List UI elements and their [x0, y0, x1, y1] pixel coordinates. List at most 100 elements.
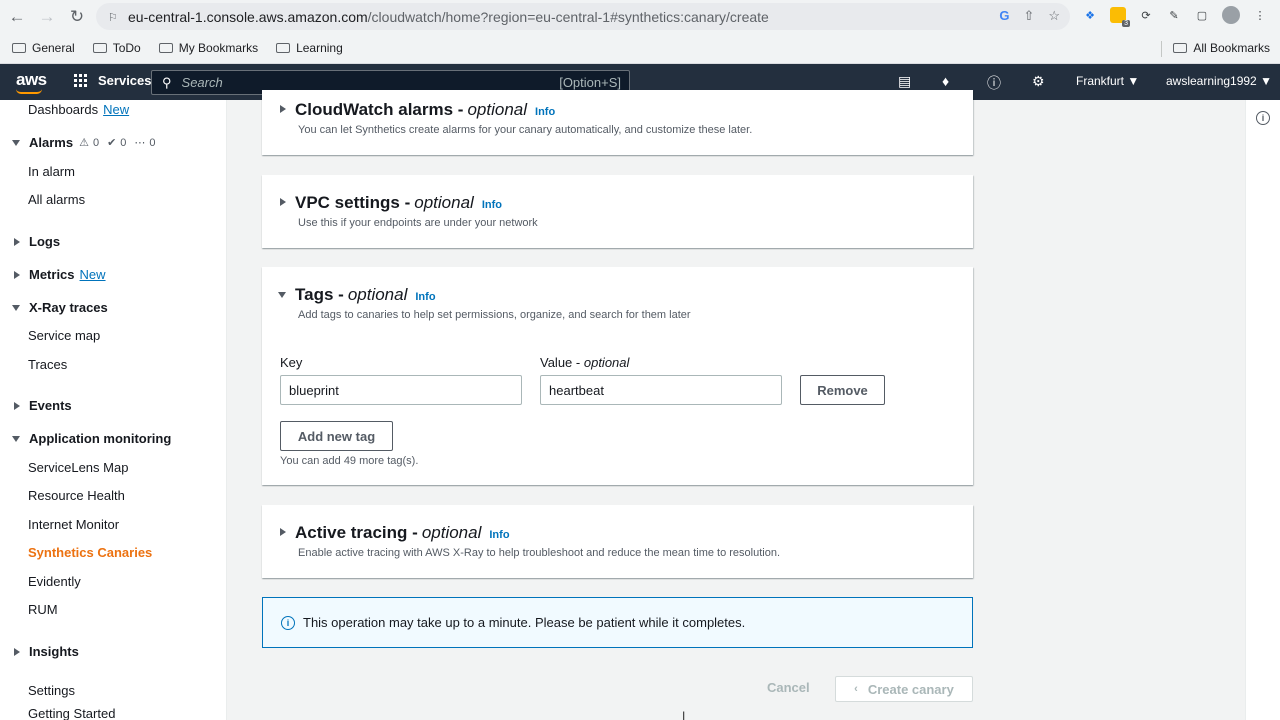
all-bookmarks[interactable]: All Bookmarks	[1173, 41, 1270, 55]
sidebar-section-xray[interactable]: X-Ray traces	[12, 300, 108, 315]
sidebar-section-events[interactable]: Events	[12, 398, 72, 413]
sidepanel-icon[interactable]: ▢	[1194, 7, 1210, 23]
sidebar-item-servicelens[interactable]: ServiceLens Map	[28, 460, 128, 475]
bookmark-label: General	[32, 41, 75, 55]
text-cursor-icon: I	[682, 709, 686, 720]
sidebar-item-label: Dashboards	[28, 102, 99, 117]
sidebar-section-insights[interactable]: Insights	[12, 644, 79, 659]
bookmark-my-bookmarks[interactable]: My Bookmarks	[158, 41, 258, 55]
bookmark-general[interactable]: General	[12, 41, 75, 55]
ellipsis-circle-icon: ⋯	[134, 137, 146, 149]
add-new-tag-button[interactable]: Add new tag	[280, 421, 393, 451]
caret-right-icon	[280, 528, 286, 536]
sidebar-section-application-monitoring[interactable]: Application monitoring	[12, 431, 171, 446]
puzzle-icon[interactable]: ✎	[1166, 7, 1182, 23]
google-icon[interactable]: G	[999, 8, 1009, 24]
info-link[interactable]: Info	[489, 529, 509, 541]
bookmark-learning[interactable]: Learning	[276, 41, 343, 55]
panel-title: Tags -	[295, 285, 344, 304]
address-bar[interactable]: ⚐ eu-central-1.console.aws.amazon.com/cl…	[96, 3, 1070, 30]
tag-value-input[interactable]: heartbeat	[540, 375, 782, 405]
sidebar-item-getting-started[interactable]: Getting Started	[28, 706, 115, 720]
extension-badge-count: 3	[1122, 20, 1130, 27]
sidebar-section-label: Alarms	[29, 135, 74, 150]
reload-icon[interactable]: ↻	[64, 4, 90, 30]
caret-down-icon	[278, 292, 286, 298]
url-host: eu-central-1.console.aws.amazon.com	[128, 8, 368, 25]
sidebar-section-label: Application monitoring	[29, 431, 172, 446]
help-icon[interactable]: ⓘ	[987, 73, 1001, 93]
panel-description: You can let Synthetics create alarms for…	[298, 124, 753, 136]
sidebar-item-all-alarms[interactable]: All alarms	[28, 192, 85, 207]
account-label: awslearning1992	[1166, 74, 1257, 88]
settings-gear-icon[interactable]: ⚙	[1032, 73, 1045, 90]
bookmark-star-icon[interactable]: ☆	[1048, 8, 1060, 24]
share-icon[interactable]: ⇧	[1023, 8, 1034, 24]
new-badge: New	[79, 267, 106, 282]
folder-icon	[12, 43, 26, 53]
vpc-settings-header[interactable]: VPC settings - optional Info	[278, 193, 502, 213]
info-link[interactable]: Info	[415, 291, 435, 303]
sidebar-item-evidently[interactable]: Evidently	[28, 574, 81, 589]
sidebar-item-dashboards[interactable]: Dashboards New	[28, 102, 129, 117]
tags-panel: Tags - optional Info Add tags to canaries …	[262, 267, 973, 485]
back-icon[interactable]: ←	[4, 4, 30, 30]
optional-label: optional	[583, 355, 630, 370]
chevron-down-icon: ▼	[1260, 74, 1272, 88]
caret-right-icon	[14, 647, 20, 656]
cloudshell-icon[interactable]: ▤	[898, 73, 911, 90]
tag-key-input[interactable]: blueprint	[280, 375, 522, 405]
sidebar-item-internet-monitor[interactable]: Internet Monitor	[28, 517, 119, 532]
cloudwatch-alarms-panel: CloudWatch alarms - optional Info You can …	[262, 90, 973, 155]
sidebar-item-resource-health[interactable]: Resource Health	[28, 488, 125, 503]
browser-toolbar: ← → ↻ ⚐ eu-central-1.console.aws.amazon.…	[0, 0, 1280, 33]
tag-limit-hint: You can add 49 more tag(s).	[280, 455, 419, 467]
sidebar-section-alarms[interactable]: Alarms ⚠ 0 ✔ 0 ⋯ 0	[12, 135, 156, 150]
vpc-settings-panel: VPC settings - optional Info Use this if y…	[262, 175, 973, 248]
sidebar-section-metrics[interactable]: Metrics New	[12, 267, 106, 282]
sidebar-item-in-alarm[interactable]: In alarm	[28, 164, 75, 179]
remove-tag-button[interactable]: Remove	[800, 375, 885, 405]
info-panel-icon[interactable]: i	[1256, 111, 1270, 125]
info-alert: i This operation may take up to a minute…	[262, 597, 973, 648]
tags-header[interactable]: Tags - optional Info	[278, 285, 436, 305]
sidebar-item-synthetics-canaries[interactable]: Synthetics Canaries	[28, 545, 152, 560]
search-placeholder: Search	[181, 75, 223, 90]
sidebar: Dashboards New Alarms ⚠ 0 ✔ 0 ⋯ 0 In alarm All…	[0, 100, 227, 720]
sidebar-item-rum[interactable]: RUM	[28, 602, 58, 617]
caret-down-icon	[12, 304, 20, 311]
forward-icon[interactable]: →	[34, 4, 60, 30]
region-selector[interactable]: Frankfurt ▼	[1076, 74, 1139, 88]
extension-icon[interactable]: ❖	[1082, 7, 1098, 23]
caret-down-icon	[12, 435, 20, 442]
sidebar-item-traces[interactable]: Traces	[28, 357, 67, 372]
profile-avatar[interactable]	[1222, 6, 1240, 24]
help-panel-rail: i	[1245, 100, 1280, 720]
cloudwatch-alarms-header[interactable]: CloudWatch alarms - optional Info	[278, 100, 555, 120]
menu-icon[interactable]: ⋮	[1252, 7, 1268, 23]
sidebar-item-service-map[interactable]: Service map	[28, 328, 100, 343]
alarm-count: 0	[92, 136, 100, 149]
create-canary-button[interactable]: ‹ Create canary	[835, 676, 973, 702]
extension-badge-icon[interactable]: 3	[1110, 7, 1130, 27]
sidebar-section-label: Events	[29, 398, 72, 413]
cancel-button[interactable]: Cancel	[767, 680, 810, 695]
site-info-icon[interactable]: ⚐	[108, 11, 118, 24]
notifications-bell-icon[interactable]: ♦	[942, 73, 949, 89]
sync-icon[interactable]: ⟳	[1138, 7, 1154, 23]
sidebar-item-settings[interactable]: Settings	[28, 683, 75, 698]
chevron-down-icon: ▼	[1127, 74, 1140, 88]
all-bookmarks-label: All Bookmarks	[1193, 41, 1270, 55]
services-menu[interactable]: Services	[74, 73, 152, 88]
info-link[interactable]: Info	[482, 199, 502, 211]
warning-icon: ⚠	[79, 137, 89, 149]
aws-logo[interactable]: aws	[16, 70, 47, 90]
bookmark-todo[interactable]: ToDo	[92, 41, 141, 55]
info-link[interactable]: Info	[535, 106, 555, 118]
account-menu[interactable]: awslearning1992 ▼	[1166, 74, 1272, 88]
aws-logo-smile	[16, 89, 42, 94]
bookmark-label: Learning	[296, 41, 343, 55]
sidebar-section-logs[interactable]: Logs	[12, 234, 60, 249]
active-tracing-header[interactable]: Active tracing - optional Info	[278, 523, 510, 543]
optional-label: optional	[421, 523, 482, 542]
